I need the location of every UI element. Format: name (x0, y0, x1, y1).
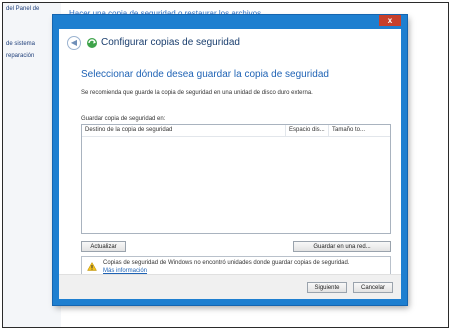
destination-list[interactable]: Destino de la copia de seguridad Espacio… (81, 124, 391, 234)
back-arrow-icon[interactable]: ◀ (67, 36, 81, 50)
column-destination[interactable]: Destino de la copia de seguridad (85, 127, 172, 133)
column-free-space[interactable]: Espacio dis... (289, 127, 325, 133)
refresh-button[interactable]: Actualizar (81, 241, 126, 252)
save-to-network-button[interactable]: Guardar en una red... (293, 241, 391, 252)
dialog-content: ◀ Configurar copias de seguridad Selecci… (59, 29, 401, 299)
wizard-header: ◀ Configurar copias de seguridad (59, 29, 401, 57)
backup-icon (87, 38, 97, 48)
sidebar-link-system[interactable]: de sistema (6, 41, 35, 47)
wizard-title: Configurar copias de seguridad (101, 37, 240, 48)
page-heading: Seleccionar dónde desea guardar la copia… (81, 69, 329, 80)
list-header: Destino de la copia de seguridad Espacio… (82, 125, 390, 137)
column-total-size[interactable]: Tamaño to... (332, 127, 365, 133)
screenshot-frame: del Panel de de sistema reparación Hacer… (2, 2, 449, 328)
warning-icon (87, 262, 97, 271)
recommendation-text: Se recomienda que guarde la copia de seg… (81, 90, 313, 96)
close-button[interactable]: x (379, 15, 401, 26)
wizard-footer: Siguiente Cancelar (59, 274, 401, 299)
next-button[interactable]: Siguiente (307, 282, 347, 293)
sidebar-link-repair[interactable]: reparación (6, 53, 34, 59)
save-location-label: Guardar copia de seguridad en: (81, 116, 166, 122)
backup-wizard-dialog: x ◀ Configurar copias de seguridad Selec… (53, 15, 407, 305)
cancel-button[interactable]: Cancelar (353, 282, 393, 293)
sidebar-link-control-panel[interactable]: del Panel de (6, 6, 39, 12)
dialog-titlebar[interactable]: x (53, 15, 407, 29)
warning-text: Copias de seguridad de Windows no encont… (103, 260, 350, 266)
